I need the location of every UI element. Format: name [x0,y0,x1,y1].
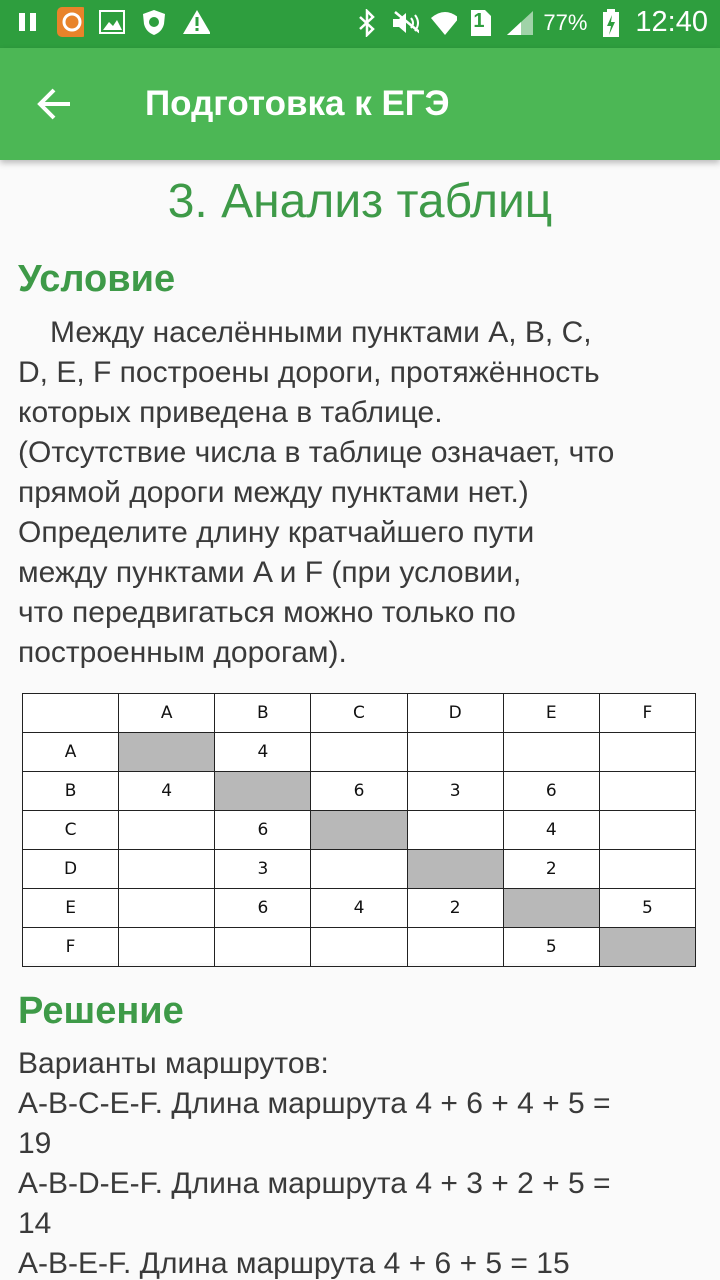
solution-heading: Решение [18,990,184,1032]
table-cell [406,810,504,850]
pause-icon [14,8,42,36]
bluetooth-icon [353,8,381,37]
condition-line: которых приведена в таблице. [18,396,443,429]
table-cell [502,732,600,772]
table-cell [118,849,216,889]
row-label: F [21,927,120,967]
diagonal-cell [118,732,216,772]
solution-line: 14 [18,1207,52,1240]
row-label: A [21,732,120,772]
table-header-cell: B [214,693,312,733]
table-header-cell: D [406,693,504,733]
table-cell: 6 [214,888,312,928]
table-cell: 6 [214,810,312,850]
table-cell [598,849,697,889]
condition-line: прямой дороги между пунктами нет.) [18,476,529,509]
condition-line: между пунктами A и F (при условии, [18,556,522,589]
table-cell [214,927,312,967]
app-title: Подготовка к ЕГЭ [145,84,450,123]
table-header-cell: A [118,693,216,733]
arrow-left-icon [37,88,70,120]
condition-line: D, E, F построены дороги, протяжённость [18,356,600,389]
sim-slot-number: 1 [473,9,485,32]
table-cell [118,810,216,850]
table-header-cell: C [310,693,408,733]
row-label: C [21,810,120,850]
article-content[interactable]: 3. Анализ таблиц Условие Между населённы… [0,160,720,1280]
condition-text: Между населёнными пунктами A, B, C, D, E… [18,313,708,673]
diagonal-cell [502,888,600,928]
table-cell [406,732,504,772]
table-row: D 3 2 [21,849,697,889]
table-cell [406,927,504,967]
condition-line: что передвигаться можно только по [18,596,516,629]
table-header-cell: E [502,693,600,733]
table-header-cell [21,693,120,733]
row-label: E [21,888,120,928]
table-cell: 6 [502,771,600,811]
mute-icon [391,9,420,37]
status-bar: 1 77% 12:40 [0,0,720,48]
table-cell: 4 [118,771,216,811]
table-row: C 6 4 [21,810,697,850]
diagonal-cell [310,810,408,850]
distance-table: A B C D E F A 4 B 4 6 3 6 C 6 4 D 3 2 E … [21,693,697,967]
table-cell: 6 [310,771,408,811]
table-cell: 4 [310,888,408,928]
solution-text: Варианты маршрутов: A-B-C-E-F. Длина мар… [18,1044,708,1280]
orange-app-icon [56,7,84,37]
table-cell: 5 [598,888,697,928]
table-cell [598,771,697,811]
table-cell [118,888,216,928]
app-bar: Подготовка к ЕГЭ [0,48,720,160]
condition-line: (Отсутствие числа в таблице означает, чт… [18,436,615,469]
shield-bug-icon [140,8,168,36]
warning-icon [182,8,210,36]
solution-line: 19 [18,1127,52,1160]
sim-icon: 1 [467,9,495,37]
clock: 12:40 [635,6,708,38]
table-cell: 2 [406,888,504,928]
wifi-icon [429,9,458,37]
diagonal-cell [214,771,312,811]
table-cell: 3 [406,771,504,811]
back-button[interactable] [30,80,78,128]
solution-line: A-B-C-E-F. Длина маршрута 4 + 6 + 4 + 5 … [18,1087,611,1120]
table-row: F 5 [21,927,697,967]
table-cell: 5 [502,927,600,967]
row-label: B [21,771,120,811]
solution-line: A-B-D-E-F. Длина маршрута 4 + 3 + 2 + 5 … [18,1167,611,1200]
page-title: 3. Анализ таблиц [167,175,553,228]
row-label: D [21,849,120,889]
condition-line: построенным дорогам). [18,636,347,669]
table-cell: 3 [214,849,312,889]
table-header-cell: F [598,693,697,733]
gallery-icon [98,8,126,36]
table-row: E 6 4 2 5 [21,888,697,928]
diagonal-cell [406,849,504,889]
battery-percent: 77% [543,9,588,35]
table-cell [310,927,408,967]
table-cell [598,732,697,772]
signal-icon [505,9,534,37]
table-cell [598,810,697,850]
table-cell: 4 [502,810,600,850]
solution-line: A-B-E-F. Длина маршрута 4 + 6 + 5 = 15 [18,1247,570,1280]
table-cell: 2 [502,849,600,889]
table-row: B 4 6 3 6 [21,771,697,811]
table-header-row: A B C D E F [21,693,697,733]
condition-heading: Условие [18,258,176,300]
table-cell [310,849,408,889]
table-cell [310,732,408,772]
diagonal-cell [598,927,697,967]
condition-line: Между населёнными пунктами A, B, C, [50,316,592,349]
condition-line: Определите длину кратчайшего пути [18,516,535,549]
table-cell [118,927,216,967]
solution-line: Варианты маршрутов: [18,1047,329,1080]
table-row: A 4 [21,732,697,772]
table-cell: 4 [214,732,312,772]
battery-icon [597,8,625,37]
